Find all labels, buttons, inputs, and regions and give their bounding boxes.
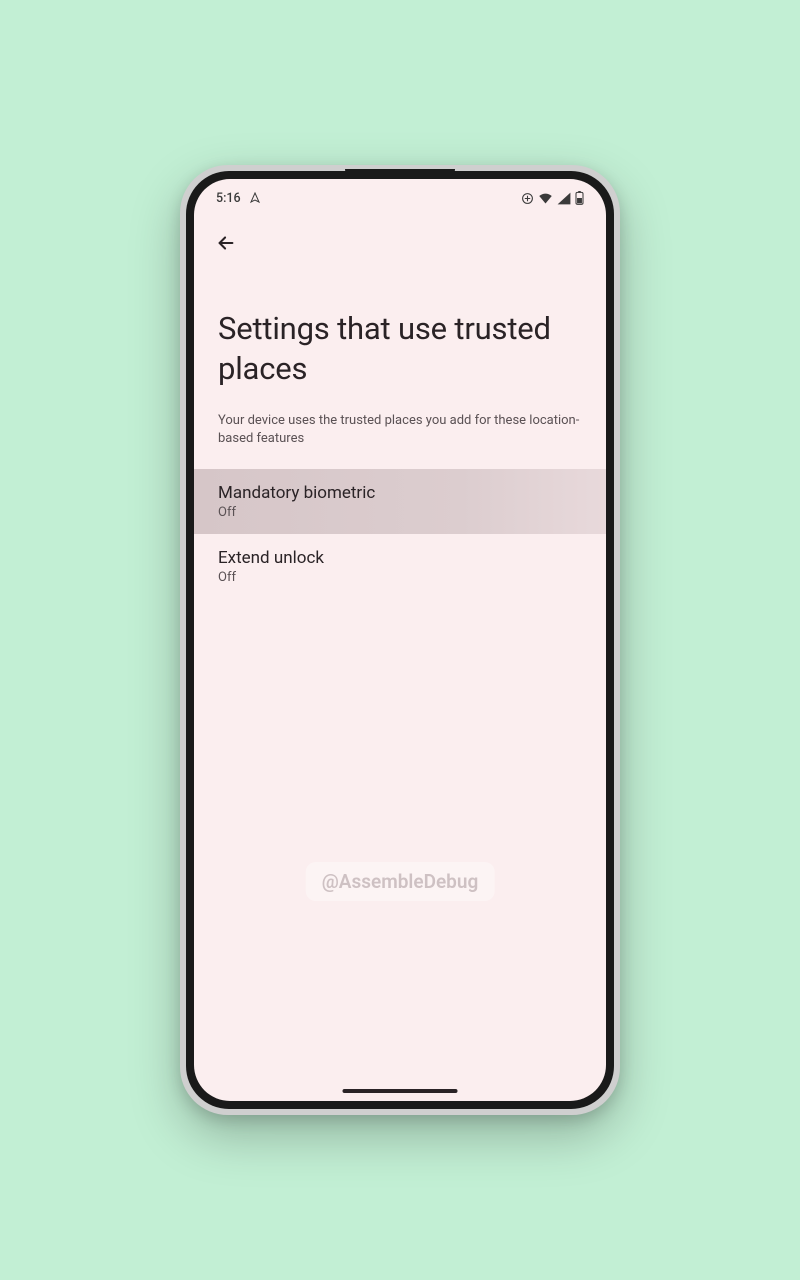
data-saver-icon <box>521 192 534 205</box>
appbar <box>194 211 606 267</box>
watermark: @AssembleDebug <box>306 862 495 901</box>
statusbar: 5:16 <box>194 179 606 211</box>
phone-frame: 5:16 <box>180 165 620 1115</box>
content: Settings that use trusted places Your de… <box>194 267 606 1101</box>
page-title: Settings that use trusted places <box>194 267 606 390</box>
arrow-back-icon <box>215 232 237 254</box>
signal-icon <box>557 192 571 205</box>
phone-bezel: 5:16 <box>186 171 614 1109</box>
battery-icon <box>575 191 584 205</box>
setting-item-mandatory-biometric[interactable]: Mandatory biometric Off <box>194 469 606 534</box>
setting-item-title: Mandatory biometric <box>218 483 582 503</box>
back-button[interactable] <box>208 225 244 261</box>
screen: 5:16 <box>194 179 606 1101</box>
wifi-icon <box>538 192 553 205</box>
navigation-arrow-icon <box>249 192 261 204</box>
statusbar-right <box>521 191 584 205</box>
setting-item-extend-unlock[interactable]: Extend unlock Off <box>194 534 606 599</box>
status-time: 5:16 <box>216 191 241 206</box>
setting-item-subtitle: Off <box>218 505 582 520</box>
statusbar-left: 5:16 <box>216 191 261 206</box>
phone-notch <box>345 169 455 177</box>
setting-item-title: Extend unlock <box>218 548 582 568</box>
gesture-nav-handle[interactable] <box>343 1089 458 1093</box>
setting-item-subtitle: Off <box>218 570 582 585</box>
page-subtitle: Your device uses the trusted places you … <box>194 390 606 470</box>
